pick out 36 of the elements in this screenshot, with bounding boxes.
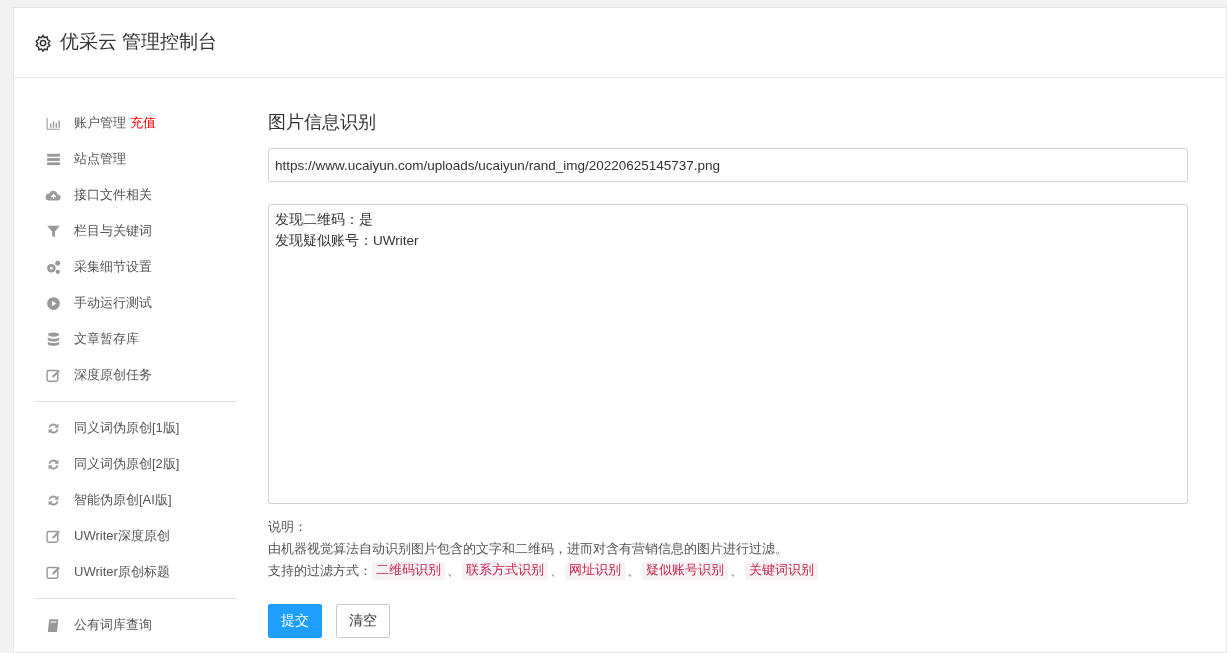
separator: 、	[626, 563, 641, 580]
sidebar-item[interactable]: 账户管理	[74, 113, 126, 133]
section-title: 图片信息识别	[268, 111, 377, 134]
sidebar-item[interactable]: 同义词伪原创[2版]	[74, 454, 180, 474]
gears-icon	[45, 258, 62, 276]
method-tag: 网址识别	[565, 562, 625, 580]
sidebar-item[interactable]: 栏目与关键词	[74, 221, 152, 241]
sidebar-item[interactable]: UWriter原创标题	[74, 562, 170, 582]
separator: 、	[549, 563, 564, 580]
result-box[interactable]: 发现二维码：是 发现疑似账号：UWriter	[268, 204, 1188, 504]
database-icon	[45, 330, 62, 348]
sidebar-item[interactable]: 采集细节设置	[74, 257, 152, 277]
console-title: 优采云 管理控制台	[60, 30, 218, 55]
method-tag: 二维码识别	[372, 562, 445, 580]
sidebar-item[interactable]: 公有词库查询	[74, 615, 152, 635]
method-tag: 疑似账号识别	[642, 562, 728, 580]
sidebar-item[interactable]: 文章暂存库	[74, 329, 139, 349]
url-field[interactable]: https://www.ucaiyun.com/uploads/ucaiyun/rand_img/20220625145737.png	[268, 148, 1188, 182]
settings-icon	[34, 33, 52, 52]
recharge-link[interactable]: 充值	[130, 113, 156, 133]
notes-heading: 说明：	[268, 519, 308, 536]
method-tag: 联系方式识别	[462, 562, 548, 580]
sidebar-item[interactable]: 智能伪原创[AI版]	[74, 490, 172, 510]
sidebar-item[interactable]: 同义词伪原创[1版]	[74, 418, 180, 438]
sidebar-item[interactable]: UWriter深度原创	[74, 526, 170, 546]
notes-description: 由机器视觉算法自动识别图片包含的文字和二维码，进而对含有营销信息的图片进行过滤。	[268, 541, 789, 558]
clear-button[interactable]: 清空	[336, 604, 390, 638]
separator: 、	[446, 563, 461, 580]
separator: 、	[729, 563, 744, 580]
sidebar-item[interactable]: 接口文件相关	[74, 185, 152, 205]
sidebar-item[interactable]: 深度原创任务	[74, 365, 152, 385]
method-tag: 关键词识别	[745, 562, 818, 580]
sidebar-item[interactable]: 站点管理	[74, 149, 126, 169]
play-icon	[45, 294, 62, 312]
sidebar-item[interactable]: 手动运行测试	[74, 293, 152, 313]
methods-label: 支持的过滤方式：	[268, 563, 372, 580]
